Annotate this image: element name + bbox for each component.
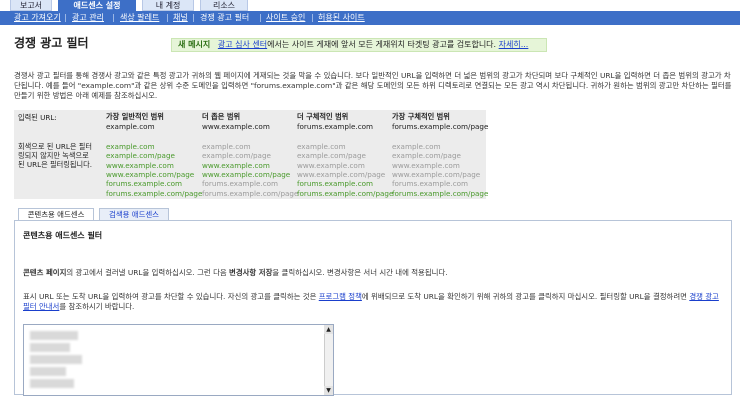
tab-adsense-for-search[interactable]: 검색용 애드센스 xyxy=(99,208,169,220)
example-column-header: 가장 일반적인 범위 xyxy=(106,112,164,121)
instructions-text: 의 광고에서 걸러낼 URL을 입력하십시오. 그런 다음 xyxy=(66,268,230,277)
example-url-item: www.example.com xyxy=(297,160,365,170)
program-policies-link[interactable]: 프로그램 정책 xyxy=(319,292,362,301)
example-url-item: example.com xyxy=(202,142,251,151)
sub-navigation: 광고 가져오기 | 광고 관리 | 색상 팔레트 | 채널 | 경쟁 광고 필터… xyxy=(0,11,740,25)
scroll-up-arrow-icon[interactable]: ▲ xyxy=(324,325,333,334)
tab-resources[interactable]: 리소스 xyxy=(200,0,248,11)
blocked-label-1: 회색으로 된 URL은 필터 xyxy=(18,142,93,151)
textarea-scrollbar[interactable]: ▲ ▼ xyxy=(324,325,333,395)
example-url-item: forums.example.com/page xyxy=(297,188,394,198)
example-url-item: www.example.com/page xyxy=(202,169,291,179)
panel-instructions: 콘텐츠 페이지의 광고에서 걸러낼 URL을 입력하십시오. 그런 다음 변경사… xyxy=(23,268,723,278)
subnav-color-palettes[interactable]: 색상 팔레트 xyxy=(120,13,159,23)
blocked-label-3: 된 URL은 필터링됩니다. xyxy=(18,160,93,169)
example-url-item: forums.example.com xyxy=(297,179,374,189)
input-url-label: 입력된 URL: xyxy=(18,113,57,122)
example-url-item: www.example.com/page xyxy=(392,169,481,179)
example-column-header: 더 좁은 범위 xyxy=(202,112,241,121)
intro-text: 경쟁사 광고 필터를 통해 경쟁사 광고와 같은 특정 광고가 귀하의 웹 페이… xyxy=(14,71,732,100)
example-column-header: 가장 구체적인 범위 xyxy=(392,112,450,121)
example-url-item: forums.example.com xyxy=(106,179,183,189)
subnav-separator: | xyxy=(259,13,262,22)
subnav-competitive-ad-filter: 경쟁 광고 필터 xyxy=(200,13,250,22)
example-url-item: example.com/page xyxy=(392,151,461,161)
tab-adsense-for-content[interactable]: 콘텐츠용 애드센스 xyxy=(18,208,94,220)
tab-my-account[interactable]: 내 계정 xyxy=(142,0,194,11)
page-title: 경쟁 광고 필터 xyxy=(14,36,89,50)
notice-label: 새 메시지 xyxy=(178,40,211,49)
notice-text: 에서는 사이트 게재에 앞서 모든 게재위치 타겟팅 광고를 검토합니다. xyxy=(267,40,497,49)
content-filter-panel: 콘텐츠용 애드센스 필터 콘텐츠 페이지의 광고에서 걸러낼 URL을 입력하십… xyxy=(14,220,732,396)
subnav-channels[interactable]: 채널 xyxy=(173,13,188,23)
policy-text: 표시 URL 또는 도착 URL을 입력하여 광고를 차단할 수 있습니다. 자… xyxy=(23,292,319,301)
example-url-item: forums.example.com xyxy=(392,179,469,189)
learn-more-link[interactable]: 자세히... xyxy=(499,40,529,49)
example-url-item: www.example.com/page xyxy=(106,169,195,179)
example-url-item: example.com xyxy=(106,142,155,151)
blocked-label-2: 링되지 않지만 녹색으로 xyxy=(18,151,89,160)
example-input-url: www.example.com xyxy=(202,122,270,131)
redacted-url xyxy=(30,355,82,364)
scroll-down-arrow-icon[interactable]: ▼ xyxy=(324,386,333,395)
subnav-site-authorization[interactable]: 사이트 승인 xyxy=(266,13,305,23)
example-input-url: example.com xyxy=(106,122,155,131)
example-input-url: forums.example.com xyxy=(297,122,374,131)
save-changes-text: 변경사항 저장 xyxy=(229,268,273,277)
policy-text-end: 를 참조하시기 바랍니다. xyxy=(59,302,135,311)
policy-text-mid: 에 위배되므로 도착 URL을 확인하기 위해 귀하의 광고를 클릭하지 마십시… xyxy=(361,292,690,301)
example-url-item: forums.example.com/page xyxy=(392,188,489,198)
examples-table: 입력된 URL: 회색으로 된 URL은 필터 링되지 않지만 녹색으로 된 U… xyxy=(14,110,489,199)
example-url-item: www.example.com xyxy=(392,160,460,170)
url-filter-textarea[interactable]: ▲ ▼ xyxy=(23,324,334,396)
example-url-item: forums.example.com/page xyxy=(202,188,299,198)
example-url-item: example.com xyxy=(392,142,441,151)
example-url-item: example.com/page xyxy=(297,151,366,161)
example-url-item: forums.example.com xyxy=(202,179,279,189)
redacted-url xyxy=(30,343,70,352)
notice-banner: 새 메시지 광고 심사 센터에서는 사이트 게재에 앞서 모든 게재위치 타겟팅… xyxy=(171,38,547,52)
subnav-separator: | xyxy=(112,13,115,22)
tab-reports[interactable]: 보고서 xyxy=(10,0,52,11)
subnav-separator: | xyxy=(192,13,195,22)
redacted-url xyxy=(30,331,78,340)
example-url-item: example.com xyxy=(297,142,346,151)
subnav-allowed-sites[interactable]: 허용된 사이트 xyxy=(318,13,365,23)
tab-adsense-setup[interactable]: 애드센스 설정 xyxy=(58,0,136,11)
redacted-url xyxy=(30,379,74,388)
panel-title: 콘텐츠용 애드센스 필터 xyxy=(23,231,103,240)
example-url-item: www.example.com xyxy=(202,160,270,170)
panel-policy-text: 표시 URL 또는 도착 URL을 입력하여 광고를 차단할 수 있습니다. 자… xyxy=(23,292,723,312)
example-url-item: example.com/page xyxy=(202,151,271,161)
top-tabs: 보고서 애드센스 설정 내 계정 리소스 xyxy=(0,0,740,11)
redacted-url xyxy=(30,367,66,376)
example-url-item: www.example.com/page xyxy=(297,169,386,179)
subnav-get-ads[interactable]: 광고 가져오기 xyxy=(14,13,61,23)
subnav-separator: | xyxy=(64,13,67,22)
example-input-url: forums.example.com/page xyxy=(392,122,489,131)
example-column-header: 더 구체적인 범위 xyxy=(297,112,349,121)
ad-review-center-link[interactable]: 광고 심사 센터 xyxy=(218,40,267,49)
content-pages-text: 콘텐츠 페이지 xyxy=(23,268,67,277)
example-url-item: example.com/page xyxy=(106,151,175,161)
example-url-item: www.example.com xyxy=(106,160,174,170)
subnav-separator: | xyxy=(166,13,169,22)
subnav-manage-ads[interactable]: 광고 관리 xyxy=(72,13,104,23)
subnav-separator: | xyxy=(311,13,314,22)
example-url-item: forums.example.com/page xyxy=(106,188,203,198)
instructions-text-end: 을 클릭하십시오. 변경사항은 서너 시간 내에 적용됩니다. xyxy=(272,268,448,277)
